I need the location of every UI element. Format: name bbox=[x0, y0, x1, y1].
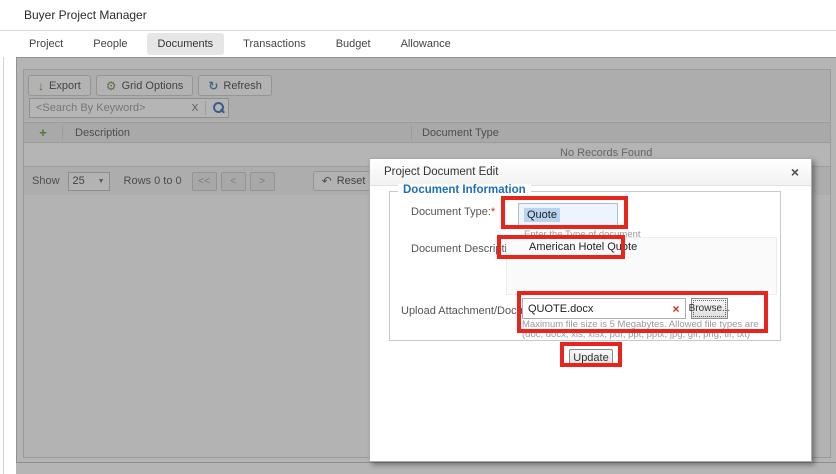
tab-project[interactable]: Project bbox=[18, 33, 74, 55]
document-type-label: Document Type:* bbox=[411, 206, 495, 218]
tab-transactions[interactable]: Transactions bbox=[232, 33, 317, 55]
tab-allowance[interactable]: Allowance bbox=[390, 33, 462, 55]
tab-people[interactable]: People bbox=[82, 33, 138, 55]
tab-documents[interactable]: Documents bbox=[147, 33, 225, 55]
page-edge-line bbox=[3, 57, 4, 474]
tab-budget[interactable]: Budget bbox=[325, 33, 382, 55]
annotation-box-update bbox=[560, 342, 622, 367]
document-type-label-text: Document Type: bbox=[411, 206, 491, 218]
annotation-box-document-type bbox=[501, 196, 628, 229]
title-bar: Buyer Project Manager bbox=[0, 0, 836, 31]
page-title: Buyer Project Manager bbox=[24, 0, 147, 30]
app-window: Buyer Project Manager Project People Doc… bbox=[0, 0, 836, 474]
required-asterisk: * bbox=[491, 206, 495, 218]
close-icon[interactable]: × bbox=[791, 159, 799, 185]
dialog-title: Project Document Edit bbox=[384, 159, 498, 185]
annotation-box-document-description bbox=[497, 235, 625, 259]
section-title: Document Information bbox=[398, 184, 531, 196]
tab-bar: Project People Documents Transactions Bu… bbox=[0, 31, 836, 57]
annotation-box-upload bbox=[517, 291, 768, 333]
dialog-title-bar: Project Document Edit × bbox=[370, 159, 811, 186]
